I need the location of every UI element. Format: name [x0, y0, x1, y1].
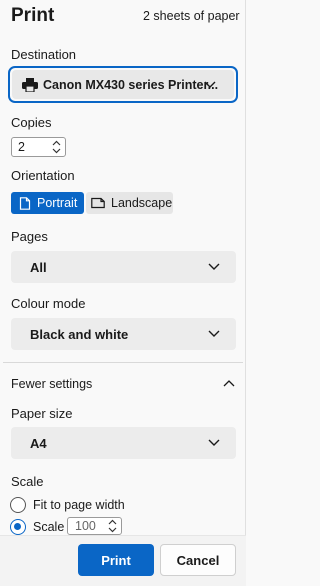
- print-panel: Print 2 sheets of paper Destination Cano…: [0, 0, 246, 586]
- destination-label: Destination: [11, 47, 77, 62]
- chevron-down-icon: [208, 263, 220, 270]
- scale-value: 100: [75, 519, 96, 533]
- chevron-down-icon: [208, 330, 220, 337]
- fewer-settings-toggle[interactable]: Fewer settings: [11, 377, 92, 391]
- pages-select[interactable]: All: [11, 251, 236, 283]
- paper-size-label: Paper size: [11, 406, 73, 421]
- portrait-page-icon: [19, 196, 31, 210]
- paper-size-value: A4: [30, 435, 47, 451]
- copies-label: Copies: [11, 115, 52, 130]
- landscape-label: Landscape: [111, 196, 173, 210]
- destination-select[interactable]: Canon MX430 series Printer...: [8, 66, 238, 103]
- portrait-toggle[interactable]: Portrait: [11, 192, 84, 214]
- chevron-down-icon: [204, 81, 216, 88]
- colour-mode-value: Black and white: [30, 326, 129, 342]
- scale-stepper[interactable]: 100: [67, 517, 122, 535]
- printer-icon: [22, 77, 38, 92]
- fit-to-page-radio[interactable]: [10, 497, 26, 513]
- chevron-up-icon[interactable]: [223, 379, 235, 387]
- copies-value: 2: [18, 140, 25, 154]
- fit-to-page-label: Fit to page width: [33, 498, 125, 512]
- scale-label: Scale: [11, 474, 44, 489]
- dialog-title: Print: [11, 5, 55, 26]
- destination-value: Canon MX430 series Printer...: [43, 77, 219, 92]
- pages-label: Pages: [11, 229, 48, 244]
- orientation-label: Orientation: [11, 168, 75, 183]
- divider: [3, 362, 243, 363]
- colour-mode-label: Colour mode: [11, 296, 86, 311]
- landscape-page-icon: [91, 197, 105, 209]
- copies-stepper[interactable]: 2: [11, 137, 66, 157]
- cancel-button[interactable]: Cancel: [160, 544, 236, 576]
- pages-value: All: [30, 259, 47, 275]
- sheet-count: 2 sheets of paper: [143, 9, 240, 23]
- portrait-label: Portrait: [37, 196, 78, 210]
- spin-arrows-icon[interactable]: [108, 519, 117, 533]
- scale-radio[interactable]: [10, 519, 26, 535]
- colour-mode-select[interactable]: Black and white: [11, 318, 236, 350]
- print-button[interactable]: Print: [78, 544, 154, 576]
- chevron-down-icon: [208, 439, 220, 446]
- paper-size-select[interactable]: A4: [11, 427, 236, 459]
- spin-arrows-icon[interactable]: [52, 140, 61, 154]
- scale-radio-label: Scale: [33, 520, 65, 534]
- landscape-toggle[interactable]: Landscape: [86, 192, 173, 214]
